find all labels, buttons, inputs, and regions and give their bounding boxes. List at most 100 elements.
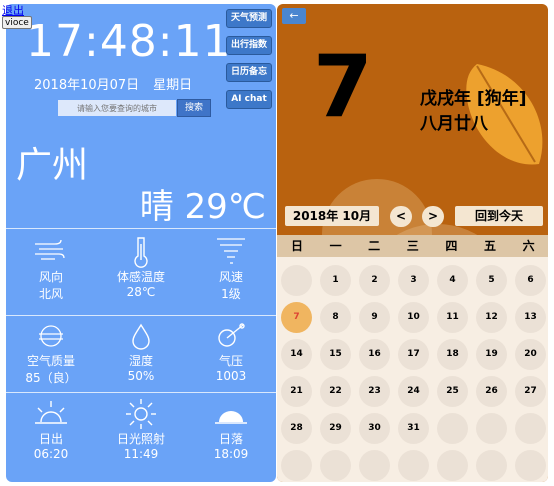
- droplet-icon: [132, 323, 150, 350]
- metric-wind-direction: 风向 北风: [6, 234, 96, 302]
- calendar-day[interactable]: 29: [320, 413, 351, 444]
- calendar-day-empty: [281, 450, 312, 481]
- calendar-day-empty: [398, 450, 429, 481]
- weekday-label: 六: [522, 239, 535, 253]
- back-to-today-button[interactable]: 回到今天: [455, 206, 543, 226]
- calendar-day[interactable]: 8: [320, 302, 351, 333]
- calendar-day[interactable]: 28: [281, 413, 312, 444]
- thermometer-icon: [134, 237, 148, 268]
- sun-icon: [126, 399, 156, 429]
- calendar-day[interactable]: 13: [515, 302, 546, 333]
- calendar-day-empty: [515, 450, 546, 481]
- wind-icon: [35, 239, 65, 260]
- weekday-header: 日一二三四五六: [277, 235, 548, 257]
- metric-air-quality: 空气质量 85（良）: [6, 320, 96, 386]
- search-button[interactable]: 搜索: [177, 99, 211, 117]
- weekday-label: 四: [445, 239, 458, 253]
- weekday-label: 二: [368, 239, 381, 253]
- clock-time: 17:48:11: [26, 16, 232, 67]
- metric-wind-speed: 风速 1级: [186, 234, 276, 302]
- metric-label: 日光照射: [116, 432, 165, 446]
- metric-label: 日出: [38, 432, 63, 446]
- calendar-day[interactable]: 24: [398, 376, 429, 407]
- city-name: 广州: [16, 145, 89, 186]
- city-search-input[interactable]: [58, 100, 176, 116]
- calendar-day-empty: [515, 413, 546, 444]
- sunrise-icon: [35, 401, 67, 424]
- calendar-day[interactable]: 15: [320, 339, 351, 370]
- weekday-label: 日: [290, 239, 303, 253]
- calendar-day-empty: [281, 265, 312, 296]
- metric-label: 日落: [218, 432, 243, 446]
- calendar-day[interactable]: 3: [398, 265, 429, 296]
- calendar-day[interactable]: 6: [515, 265, 546, 296]
- metric-label: 湿度: [128, 354, 153, 368]
- voice-button[interactable]: vioce: [2, 16, 32, 29]
- app-root: 退出 vioce 17:48:11 2018年10月07日星期日 搜索 天气预测…: [0, 0, 554, 486]
- metric-value: 18:09: [213, 447, 249, 461]
- metric-humidity: 湿度 50%: [96, 320, 186, 383]
- calendar-day[interactable]: 27: [515, 376, 546, 407]
- air-quality-icon: [39, 325, 63, 347]
- calendar-day[interactable]: 4: [437, 265, 468, 296]
- calendar-day-empty: [359, 450, 390, 481]
- calendar-day[interactable]: 26: [476, 376, 507, 407]
- calendar-day[interactable]: 20: [515, 339, 546, 370]
- calendar-memo-button[interactable]: 日历备忘: [226, 63, 272, 82]
- calendar-day[interactable]: 31: [398, 413, 429, 444]
- back-button[interactable]: ←: [282, 8, 306, 24]
- calendar-day[interactable]: 1: [320, 265, 351, 296]
- next-month-button[interactable]: >: [422, 206, 444, 227]
- weekday-label: 五: [483, 239, 496, 253]
- calendar-day[interactable]: 19: [476, 339, 507, 370]
- calendar-day[interactable]: 7: [281, 302, 312, 333]
- calendar-day[interactable]: 23: [359, 376, 390, 407]
- calendar-day-empty: [437, 450, 468, 481]
- calendar-day-empty: [476, 450, 507, 481]
- calendar-day-empty: [320, 450, 351, 481]
- divider: [6, 228, 276, 229]
- metric-feels-like: 体感温度 28℃: [96, 234, 186, 299]
- year-month-label: 2018年 10月: [285, 206, 379, 226]
- metric-label: 体感温度: [116, 270, 165, 284]
- calendar-day-empty: [437, 413, 468, 444]
- tornado-icon: [217, 238, 245, 264]
- lunar-year: 戊戌年 [狗年]: [420, 89, 527, 109]
- calendar-day-empty: [476, 413, 507, 444]
- calendar-day[interactable]: 10: [398, 302, 429, 333]
- calendar-day[interactable]: 9: [359, 302, 390, 333]
- metric-value: 11:49: [123, 447, 159, 461]
- weekday-text: 星期日: [153, 78, 193, 93]
- metric-value: 1003: [215, 369, 247, 383]
- metric-value: 1级: [221, 287, 241, 301]
- sunset-icon: [215, 411, 247, 424]
- metric-sunset: 日落 18:09: [186, 398, 276, 461]
- travel-index-button[interactable]: 出行指数: [226, 36, 272, 55]
- calendar-day[interactable]: 21: [281, 376, 312, 407]
- calendar-day[interactable]: 14: [281, 339, 312, 370]
- metric-value: 28℃: [126, 285, 156, 299]
- lunar-date: 八月廿八: [420, 114, 488, 134]
- calendar-panel: ← 7 戊戌年 [狗年] 八月廿八 2018年 10月 < > 回到今天 日 一 二…: [277, 4, 548, 482]
- calendar-day[interactable]: 16: [359, 339, 390, 370]
- calendar-day[interactable]: 11: [437, 302, 468, 333]
- weekday-label: 一: [329, 239, 342, 253]
- prev-month-button[interactable]: <: [390, 206, 412, 227]
- ai-chat-button[interactable]: AI chat: [226, 90, 272, 109]
- metric-pressure: 气压 1003: [186, 320, 276, 383]
- calendar-day[interactable]: 12: [476, 302, 507, 333]
- calendar-grid: 1 2 3 4 5 6 7 8 9 10 11 12 13 14 15 16 17 18 19 20 21 22 23 24 2…: [277, 257, 548, 482]
- calendar-day[interactable]: 5: [476, 265, 507, 296]
- weekday-label: 三: [406, 239, 419, 253]
- weather-panel: 17:48:11 2018年10月07日星期日 搜索 天气预测 出行指数 日历备…: [6, 4, 276, 482]
- metric-label: 气压: [218, 354, 243, 368]
- weather-forecast-button[interactable]: 天气预测: [226, 9, 272, 28]
- calendar-day[interactable]: 25: [437, 376, 468, 407]
- calendar-day[interactable]: 30: [359, 413, 390, 444]
- calendar-day[interactable]: 17: [398, 339, 429, 370]
- metric-value: 06:20: [33, 447, 69, 461]
- calendar-day[interactable]: 22: [320, 376, 351, 407]
- divider: [6, 315, 276, 316]
- calendar-day[interactable]: 18: [437, 339, 468, 370]
- calendar-day[interactable]: 2: [359, 265, 390, 296]
